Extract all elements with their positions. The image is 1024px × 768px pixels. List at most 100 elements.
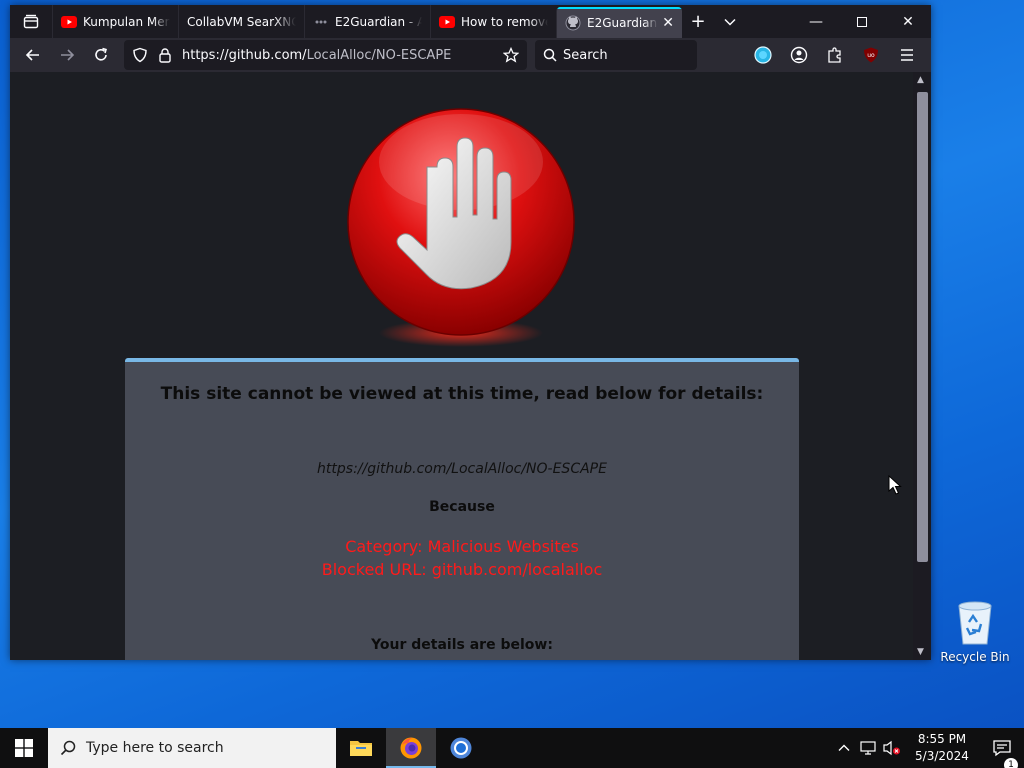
loading-icon xyxy=(313,14,329,30)
search-bar[interactable]: Search xyxy=(535,40,697,70)
toolbar-icons: uo xyxy=(745,40,925,70)
notification-icon xyxy=(993,740,1011,757)
block-heading: This site cannot be viewed at this time,… xyxy=(160,384,764,404)
because-label: Because xyxy=(429,499,495,515)
forward-arrow-icon xyxy=(61,49,75,61)
block-notice-panel: This site cannot be viewed at this time,… xyxy=(125,358,799,660)
globe-icon xyxy=(754,46,772,64)
chrome-taskbar-button[interactable] xyxy=(436,728,486,768)
puzzle-icon xyxy=(828,47,841,63)
recycle-bin-shortcut[interactable]: Recycle Bin xyxy=(940,598,1010,664)
taskbar-search-box[interactable]: Type here to search xyxy=(48,728,336,768)
chromium-icon xyxy=(450,737,472,759)
mouse-cursor-icon xyxy=(888,475,902,495)
shield-icon[interactable] xyxy=(132,47,148,63)
page-scrollbar[interactable]: ▲ ▼ xyxy=(913,72,931,660)
new-tab-button[interactable]: + xyxy=(682,5,714,38)
forward-button[interactable] xyxy=(50,40,84,70)
url-host: https://github.com/ xyxy=(182,47,307,63)
maximize-button[interactable] xyxy=(839,5,885,38)
extensions-button[interactable] xyxy=(817,40,853,70)
tab-label: Kumpulan Mem xyxy=(83,14,170,29)
block-category: Category: Malicious Websites xyxy=(345,537,579,556)
details-heading: Your details are below: xyxy=(371,637,553,653)
ublock-badge: uo xyxy=(867,52,875,59)
block-rule: Blocked URL: github.com/localalloc xyxy=(321,560,603,579)
firefox-view-icon xyxy=(23,14,39,28)
volume-muted-icon xyxy=(883,740,900,756)
vpn-extension-button[interactable] xyxy=(745,40,781,70)
back-arrow-icon xyxy=(25,49,39,61)
scroll-up-icon[interactable]: ▲ xyxy=(917,75,924,85)
windows-logo-icon xyxy=(15,739,33,757)
bookmark-star-icon[interactable] xyxy=(503,47,519,63)
chevron-up-icon xyxy=(838,744,850,751)
file-explorer-taskbar-button[interactable] xyxy=(336,728,386,768)
tab-kumpulan[interactable]: Kumpulan Mem xyxy=(52,5,178,38)
minimize-icon: — xyxy=(809,13,823,30)
navigation-bar: https://github.com/LocalAlloc/NO-ESCAPE … xyxy=(10,38,931,72)
tab-e2guardian-1[interactable]: E2Guardian - Ac xyxy=(304,5,430,38)
notification-count-badge: 1 xyxy=(1004,758,1018,768)
back-button[interactable] xyxy=(16,40,50,70)
blocked-url: https://github.com/LocalAlloc/NO-ESCAPE xyxy=(317,461,607,477)
app-menu-button[interactable] xyxy=(889,40,925,70)
close-button[interactable]: ✕ xyxy=(885,5,931,38)
ublock-shield-icon: uo xyxy=(864,47,878,63)
tab-how-to-remove[interactable]: How to remove I xyxy=(430,5,556,38)
account-button[interactable] xyxy=(781,40,817,70)
firefox-icon xyxy=(400,737,422,759)
close-icon: ✕ xyxy=(902,13,914,30)
reload-icon xyxy=(95,47,107,61)
youtube-icon xyxy=(61,14,77,30)
plus-icon: + xyxy=(690,11,706,32)
recycle-bin-icon xyxy=(955,598,995,646)
clock-time: 8:55 PM xyxy=(917,732,967,746)
account-icon xyxy=(790,46,808,64)
network-status-button[interactable] xyxy=(856,741,880,755)
tab-bar: Kumpulan Mem CollabVM SearXNG E2Guardian… xyxy=(10,5,931,38)
tab-close-icon[interactable]: ✕ xyxy=(662,15,674,31)
url-path: LocalAlloc/NO-ESCAPE xyxy=(306,47,452,63)
window-controls: — ✕ xyxy=(793,5,931,38)
tab-label: CollabVM SearXNG xyxy=(187,14,296,29)
list-all-tabs-button[interactable] xyxy=(714,5,746,38)
tab-label: E2Guardian - Ac xyxy=(335,14,422,29)
search-icon xyxy=(543,48,557,62)
scrollbar-thumb[interactable] xyxy=(917,92,928,562)
clock-date: 5/3/2024 xyxy=(915,749,969,763)
volume-button[interactable] xyxy=(880,740,904,756)
tab-e2guardian-active[interactable]: E2Guardian - ✕ xyxy=(556,7,682,38)
minimize-button[interactable]: — xyxy=(793,5,839,38)
stop-hand-icon xyxy=(345,107,577,357)
system-tray: 8:55 PM 5/3/2024 1 xyxy=(832,728,1024,768)
search-icon xyxy=(60,740,76,756)
folder-icon xyxy=(350,741,372,756)
chevron-down-icon xyxy=(724,18,736,26)
github-icon xyxy=(565,15,581,31)
recycle-bin-label: Recycle Bin xyxy=(940,650,1010,664)
tab-label: How to remove I xyxy=(461,14,548,29)
hamburger-menu-icon xyxy=(901,49,913,61)
url-bar[interactable]: https://github.com/LocalAlloc/NO-ESCAPE xyxy=(124,40,527,70)
tab-collabvm-searxng[interactable]: CollabVM SearXNG xyxy=(178,5,304,38)
maximize-icon xyxy=(857,16,867,27)
firefox-view-button[interactable] xyxy=(10,5,52,38)
network-icon xyxy=(860,741,876,755)
action-center-button[interactable]: 1 xyxy=(980,739,1024,768)
start-button[interactable] xyxy=(0,728,48,768)
block-reason: Category: Malicious Websites Blocked URL… xyxy=(125,535,799,581)
scroll-down-icon[interactable]: ▼ xyxy=(917,647,924,657)
page-content: This site cannot be viewed at this time,… xyxy=(10,72,913,660)
firefox-taskbar-button[interactable] xyxy=(386,728,436,768)
taskbar: Type here to search 8:55 PM 5/3/2024 1 xyxy=(0,728,1024,768)
youtube-icon xyxy=(439,14,455,30)
show-hidden-icons-button[interactable] xyxy=(832,744,856,752)
tab-label: E2Guardian - xyxy=(587,15,659,30)
reload-button[interactable] xyxy=(84,40,118,70)
ublock-button[interactable]: uo xyxy=(853,40,889,70)
taskbar-search-placeholder: Type here to search xyxy=(86,740,224,756)
clock[interactable]: 8:55 PM 5/3/2024 xyxy=(904,731,980,765)
lock-icon[interactable] xyxy=(158,47,172,63)
search-placeholder: Search xyxy=(563,47,608,63)
